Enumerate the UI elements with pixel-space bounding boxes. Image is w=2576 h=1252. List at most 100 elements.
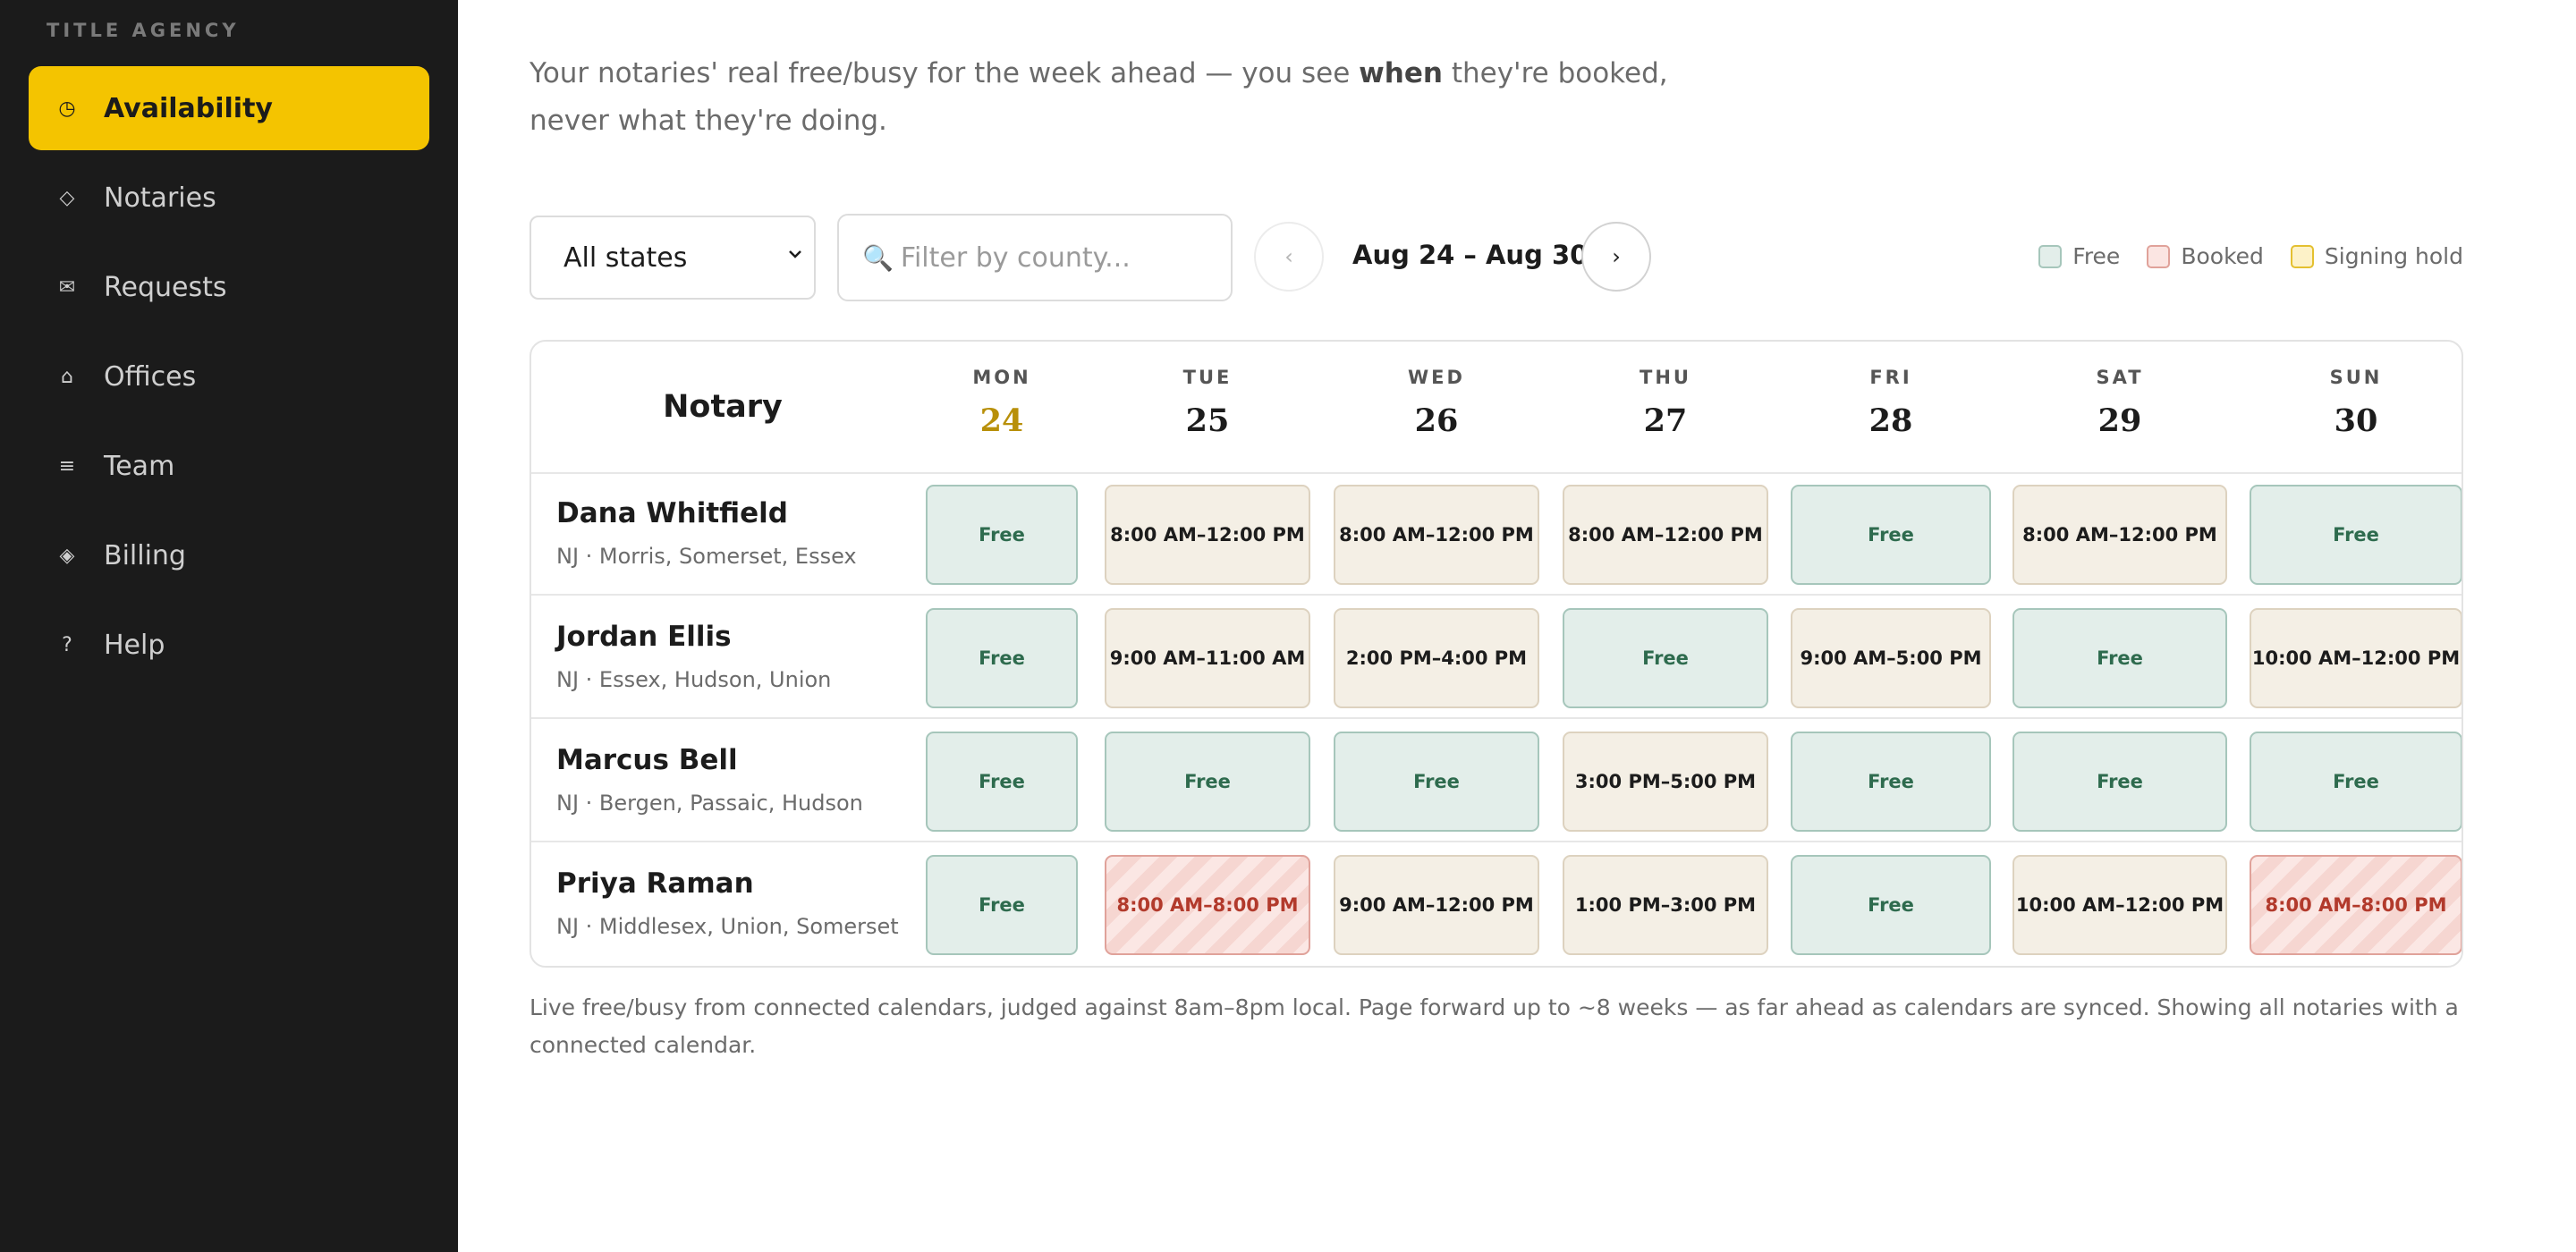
footnote: Live free/busy from connected calendars,… — [530, 994, 2459, 1058]
notary-info: Jordan Ellis NJ · Essex, Hudson, Union — [556, 621, 831, 692]
list-icon: ≡ — [58, 454, 76, 478]
sidebar-item-offices[interactable]: ⌂ Offices — [29, 334, 429, 419]
sidebar-item-billing[interactable]: ◈ Billing — [29, 513, 429, 597]
day-header-mon: MON 24 — [926, 342, 1078, 472]
sidebar-item-team[interactable]: ≡ Team — [29, 424, 429, 508]
notary-row: Priya Raman NJ · Middlesex, Union, Somers… — [531, 844, 2462, 966]
day-number: 26 — [1414, 402, 1459, 439]
slot-free[interactable]: Free — [1791, 485, 1991, 585]
day-number: 27 — [1643, 402, 1688, 439]
day-of-week: WED — [1408, 367, 1465, 388]
slot-busy[interactable]: 10:00 AM–12:00 PM — [2250, 608, 2462, 708]
notary-area: NJ · Bergen, Passaic, Hudson — [556, 791, 863, 816]
slot-busy[interactable]: 9:00 AM–11:00 AM — [1105, 608, 1310, 708]
day-number: 29 — [2097, 402, 2142, 439]
slot-free[interactable]: Free — [926, 485, 1078, 585]
notary-info: Marcus Bell NJ · Bergen, Passaic, Hudson — [556, 744, 863, 816]
sidebar-item-label: Notaries — [104, 182, 216, 214]
slot-busy[interactable]: 9:00 AM–12:00 PM — [1334, 855, 1539, 955]
slot-busy[interactable]: 9:00 AM–5:00 PM — [1791, 608, 1991, 708]
legend: Free Booked Signing hold — [2012, 243, 2463, 269]
day-of-week: THU — [1640, 367, 1691, 388]
notary-name: Jordan Ellis — [556, 621, 732, 653]
slot-busy[interactable]: 8:00 AM–12:00 PM — [1563, 485, 1768, 585]
house-icon: ⌂ — [61, 365, 73, 388]
previous-week-button[interactable]: ‹ — [1254, 222, 1324, 292]
brand-label: TITLE AGENCY — [47, 20, 240, 41]
intro-emphasis: when — [1359, 57, 1443, 89]
sidebar-item-requests[interactable]: ✉ Requests — [29, 245, 429, 329]
notary-info: Dana Whitfield NJ · Morris, Somerset, Ess… — [556, 497, 857, 569]
day-of-week: SUN — [2329, 367, 2383, 388]
envelope-icon: ✉ — [58, 275, 76, 299]
slot-booked[interactable]: 8:00 AM–8:00 PM — [2250, 855, 2462, 955]
sidebar-item-label: Availability — [104, 92, 273, 124]
notary-column-header: Notary — [663, 389, 783, 425]
day-of-week: FRI — [1869, 367, 1912, 388]
day-number: 25 — [1185, 402, 1230, 439]
toolbar: All states 🔍 ‹ Aug 24 – Aug 30 › Free Bo… — [530, 213, 2463, 302]
sidebar-item-notaries[interactable]: ◇ Notaries — [29, 156, 429, 240]
slot-busy[interactable]: 3:00 PM–5:00 PM — [1563, 732, 1768, 832]
day-number: 30 — [2334, 402, 2378, 439]
slot-busy[interactable]: 8:00 AM–12:00 PM — [2012, 485, 2227, 585]
sidebar-item-label: Offices — [104, 360, 197, 393]
search-icon: 🔍 — [862, 242, 894, 273]
day-header-sat: SAT 29 — [2012, 342, 2227, 472]
county-search: 🔍 — [837, 214, 1233, 301]
slot-free[interactable]: Free — [926, 608, 1078, 708]
page-intro: Your notaries' real free/busy for the we… — [530, 50, 1692, 145]
slot-busy[interactable]: 1:00 PM–3:00 PM — [1563, 855, 1768, 955]
slot-free[interactable]: Free — [1791, 855, 1991, 955]
day-header-tue: TUE 25 — [1105, 342, 1310, 472]
slot-free[interactable]: Free — [2250, 485, 2462, 585]
hold-swatch — [2290, 244, 2314, 268]
slot-free[interactable]: Free — [926, 732, 1078, 832]
slot-free[interactable]: Free — [1791, 732, 1991, 832]
slot-free[interactable]: Free — [926, 855, 1078, 955]
legend-free-label: Free — [2072, 243, 2121, 269]
clock-icon: ◷ — [58, 97, 76, 120]
legend-booked-label: Booked — [2181, 243, 2264, 269]
week-range: Aug 24 – Aug 30 — [1352, 240, 1589, 270]
slot-free[interactable]: Free — [2250, 732, 2462, 832]
slot-busy[interactable]: 10:00 AM–12:00 PM — [2012, 855, 2227, 955]
slot-free[interactable]: Free — [1334, 732, 1539, 832]
slot-free[interactable]: Free — [2012, 732, 2227, 832]
legend-free: Free — [2038, 243, 2120, 269]
slot-busy[interactable]: 2:00 PM–4:00 PM — [1334, 608, 1539, 708]
day-header-thu: THU 27 — [1563, 342, 1768, 472]
notary-info: Priya Raman NJ · Middlesex, Union, Somers… — [556, 867, 899, 939]
slot-free[interactable]: Free — [1105, 732, 1310, 832]
day-of-week: TUE — [1182, 367, 1233, 388]
legend-hold: Signing hold — [2290, 243, 2463, 269]
slot-booked[interactable]: 8:00 AM–8:00 PM — [1105, 855, 1310, 955]
slot-free[interactable]: Free — [1563, 608, 1768, 708]
sidebar-item-label: Team — [104, 450, 175, 482]
notary-name: Marcus Bell — [556, 744, 738, 776]
day-header-wed: WED 26 — [1334, 342, 1539, 472]
notary-area: NJ · Essex, Hudson, Union — [556, 667, 832, 692]
availability-grid: Notary MON 24 TUE 25 WED 26 THU 27 FRI 28 SAT 29 SUN… — [530, 340, 2463, 968]
notary-row: Dana Whitfield NJ · Morris, Somerset, Ess… — [531, 474, 2462, 596]
slot-busy[interactable]: 8:00 AM–12:00 PM — [1105, 485, 1310, 585]
slot-free[interactable]: Free — [2012, 608, 2227, 708]
grid-header: Notary MON 24 TUE 25 WED 26 THU 27 FRI 28 SAT 29 SUN… — [531, 342, 2462, 474]
intro-text: Your notaries' real free/busy for the we… — [530, 57, 1360, 89]
state-select-value: All states — [564, 241, 688, 274]
state-select[interactable]: All states — [530, 216, 816, 300]
free-swatch — [2038, 244, 2063, 268]
notary-area: NJ · Morris, Somerset, Essex — [556, 544, 857, 569]
sidebar-item-help[interactable]: ? Help — [29, 603, 429, 687]
day-number: 28 — [1868, 402, 1913, 439]
day-of-week: SAT — [2096, 367, 2144, 388]
legend-booked: Booked — [2147, 243, 2264, 269]
slot-busy[interactable]: 8:00 AM–12:00 PM — [1334, 485, 1539, 585]
chevron-down-icon — [789, 250, 801, 258]
next-week-button[interactable]: › — [1581, 222, 1651, 292]
question-icon: ? — [62, 633, 72, 656]
county-search-input[interactable] — [900, 241, 1223, 274]
sidebar-item-availability[interactable]: ◷ Availability — [29, 66, 429, 150]
sidebar-nav: ◷ Availability ◇ Notaries ✉ Requests ⌂ O… — [29, 66, 429, 692]
day-header-sun: SUN 30 — [2250, 342, 2462, 472]
